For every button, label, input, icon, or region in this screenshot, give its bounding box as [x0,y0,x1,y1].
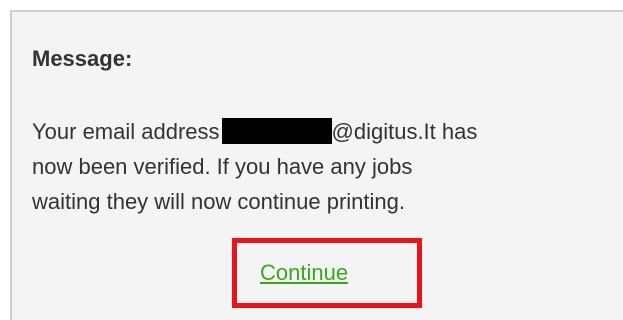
continue-link[interactable]: Continue [260,260,348,286]
message-body: Your email address @digitus.It has now be… [32,114,592,219]
message-line-3: waiting they will now continue printing. [32,189,405,214]
message-line-1: Your email address @digitus.It has [32,114,592,149]
redacted-email-block [221,118,332,144]
message-line-1-suffix: @digitus.It has [331,119,478,144]
message-line-2: now been verified. If you have any jobs [32,154,413,179]
message-heading: Message: [32,46,133,71]
continue-highlight-box: Continue [232,238,422,308]
message-line-1-prefix: Your email address [32,119,220,144]
